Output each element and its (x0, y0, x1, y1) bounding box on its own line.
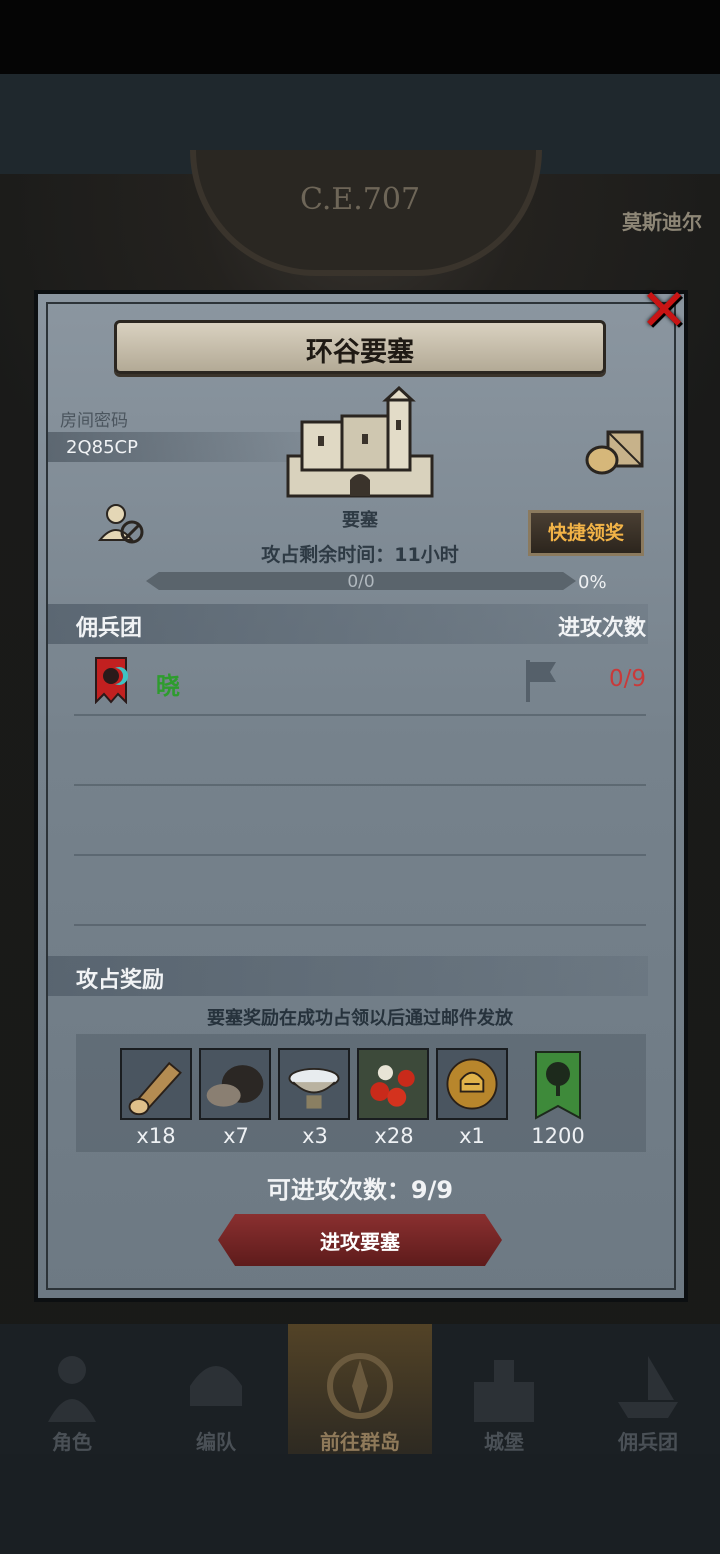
room-password-label: 房间密码 (60, 411, 128, 431)
helmet-icon (190, 1366, 242, 1406)
era-text: C.E.707 (299, 182, 421, 217)
gold-helmet-icon (438, 1050, 506, 1118)
nav-label-castle: 城堡 (484, 1430, 524, 1454)
reward-qty: x3 (302, 1124, 328, 1148)
compass-icon (327, 1353, 393, 1419)
location-name: 莫斯迪尔 (622, 210, 702, 234)
flag-icon (526, 660, 556, 702)
empty-row (74, 856, 646, 926)
dialog-title: 环谷要塞 (306, 337, 414, 368)
quick-claim-button[interactable]: 快捷领奖 (528, 510, 644, 556)
empty-row (74, 716, 646, 786)
tree-banner-icon[interactable] (534, 1050, 582, 1120)
progress-text: 0/0 (347, 572, 375, 592)
mercenary-attack-count: 0/9 (608, 666, 646, 692)
silver-bowl-icon (280, 1050, 348, 1118)
status-bar (0, 0, 720, 74)
reward-item[interactable] (436, 1048, 508, 1120)
reward-qty: x28 (374, 1124, 414, 1148)
bottom-strip (0, 1454, 720, 1554)
castle-icon (286, 386, 434, 498)
room-password-value: 2Q85CP (66, 437, 138, 458)
reward-qty: x7 (223, 1124, 249, 1148)
ore-icon (201, 1050, 269, 1118)
mercenary-banner-icon (95, 657, 128, 704)
attack-fortress-label[interactable]: 进攻要塞 (218, 1226, 502, 1255)
rewards-section-label: 攻占奖励 (76, 968, 165, 993)
empty-row (74, 786, 646, 856)
reward-qty: 1200 (531, 1124, 585, 1148)
reward-item[interactable] (278, 1048, 350, 1120)
wood-log-icon (122, 1050, 190, 1118)
reward-qty: x18 (136, 1124, 176, 1148)
mercenary-name: 晓 (156, 672, 180, 700)
reward-qty: x1 (459, 1124, 485, 1148)
berries-icon (359, 1050, 427, 1118)
knight-icon (48, 1356, 96, 1422)
reward-item[interactable] (199, 1048, 271, 1120)
reward-item[interactable] (120, 1048, 192, 1120)
ship-icon (618, 1356, 678, 1418)
progress-percent: 0% (578, 572, 607, 593)
mercenary-section-label: 佣兵团 (76, 616, 143, 641)
nav-label-archipelago: 前往群岛 (320, 1430, 400, 1454)
nav-label-mercenary: 佣兵团 (618, 1430, 678, 1454)
reward-item[interactable] (357, 1048, 429, 1120)
remaining-time: 攻占剩余时间：11小时 (261, 544, 459, 566)
remaining-attacks: 可进攻次数：9/9 (266, 1176, 454, 1204)
castle-name: 要塞 (342, 510, 378, 531)
nav-label-formation: 编队 (196, 1430, 236, 1454)
attack-count-label: 进攻次数 (557, 616, 646, 641)
no-user-icon[interactable] (96, 500, 146, 546)
castle-nav-icon (474, 1360, 534, 1422)
rewards-note: 要塞奖励在成功占领以后通过邮件发放 (207, 1008, 513, 1029)
nav-label-character: 角色 (52, 1430, 92, 1454)
supply-bag-icon[interactable] (584, 426, 646, 476)
close-icon[interactable]: ✕ (636, 281, 692, 339)
